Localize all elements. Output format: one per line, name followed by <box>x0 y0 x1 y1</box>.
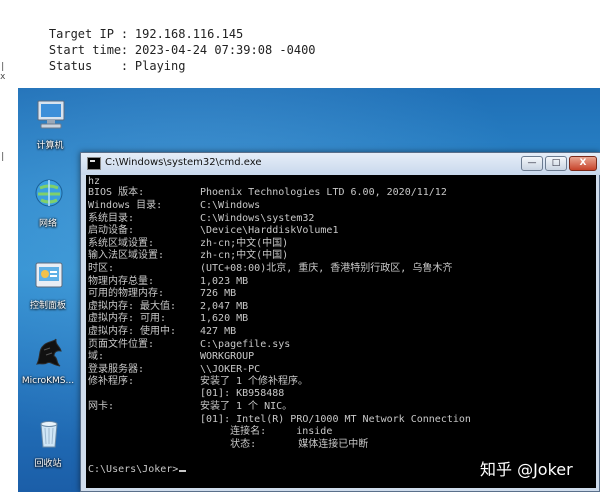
session-info-panel: Target IP:192.168.116.145 Start time: 202… <box>0 0 600 88</box>
cmd-window[interactable]: C:\Windows\system32\cmd.exe — □ X hz BIO… <box>80 152 600 492</box>
status-row: Status: Playing <box>48 59 186 73</box>
minimize-button[interactable]: — <box>521 156 543 171</box>
command-prompt[interactable]: C:\Users\Joker> <box>88 463 187 476</box>
text-cursor <box>179 470 187 472</box>
cmd-app-icon <box>87 157 101 170</box>
close-button[interactable]: X <box>569 156 597 171</box>
target-ip-row: Target IP:192.168.116.145 <box>48 27 244 41</box>
network-icon <box>35 179 63 207</box>
prompt-text: C:\Users\Joker> <box>88 464 179 475</box>
desktop-icon-label: 控制面板 <box>29 301 66 311</box>
desktop-icon-network[interactable]: 网络 <box>18 172 78 250</box>
desktop-icon-control-panel[interactable]: 控制面板 <box>18 254 78 332</box>
desktop-icon-label: 回收站 <box>34 459 62 469</box>
dragon-icon <box>36 338 62 367</box>
desktop-icon-label: 网络 <box>38 219 57 229</box>
edge-glyph: | <box>0 152 6 162</box>
console-output[interactable]: hz BIOS 版本: Phoenix Technologies LTD 6.00… <box>86 175 596 488</box>
desktop-icon-label: 计算机 <box>36 141 64 151</box>
desktop-icon-label: MicroKMS... <box>21 376 75 386</box>
start-time-row: Start time: 2023-04-24 07:39:08 -0400 <box>48 43 316 57</box>
computer-icon <box>37 100 65 129</box>
status-value: Playing <box>134 59 186 73</box>
status-label: Status <box>48 59 93 73</box>
control-panel-icon <box>35 262 63 288</box>
cmd-titlebar[interactable]: C:\Windows\system32\cmd.exe — □ X <box>81 153 600 175</box>
edge-glyph: | <box>0 62 6 72</box>
desktop-icon-microkms[interactable]: MicroKMS... <box>18 332 78 410</box>
edge-glyph: x <box>0 72 6 82</box>
maximize-button[interactable]: □ <box>545 156 567 171</box>
desktop-icon-computer[interactable]: 计算机 <box>20 94 80 172</box>
watermark: 知乎 @Joker <box>480 460 573 479</box>
cmd-window-title: C:\Windows\system32\cmd.exe <box>105 157 262 168</box>
desktop-icon-recycle-bin[interactable]: 回收站 <box>18 412 78 490</box>
recycle-bin-icon <box>40 421 58 448</box>
